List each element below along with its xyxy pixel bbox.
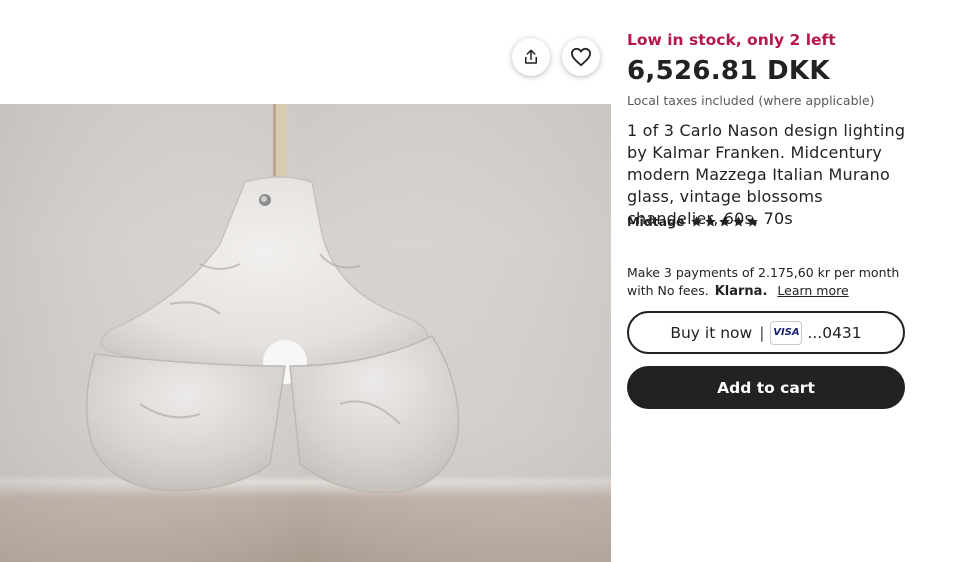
taxes-note: Local taxes included (where applicable) [627,93,875,108]
price: 6,526.81 DKK [627,56,830,86]
shop-name-link[interactable]: Midtage [627,214,685,229]
share-button[interactable] [512,38,550,76]
buy-now-label: Buy it now [670,323,753,342]
add-to-cart-button[interactable]: Add to cart [627,366,905,409]
card-suffix: ...0431 [807,323,862,342]
shop-rating-row: Midtage [627,214,759,229]
favorite-button[interactable] [562,38,600,76]
pendant-lamp-photo [0,104,611,562]
star-icon [718,216,730,227]
product-image[interactable] [0,104,611,562]
star-icon [732,216,744,227]
stock-alert: Low in stock, only 2 left [627,31,836,49]
share-icon [525,49,537,64]
star-icon [704,216,716,227]
buy-it-now-button[interactable]: Buy it now | VISA ...0431 [627,311,905,354]
star-icon [690,216,702,227]
visa-card-icon: VISA [770,320,803,345]
heart-icon [571,47,591,67]
learn-more-link[interactable]: Learn more [777,283,848,298]
rating-stars [690,215,759,228]
star-icon [746,216,758,227]
klarna-logo: Klarna. [714,284,768,299]
klarna-installments: Make 3 payments of 2.175,60 kr per month… [627,264,917,301]
separator: | [759,323,765,342]
